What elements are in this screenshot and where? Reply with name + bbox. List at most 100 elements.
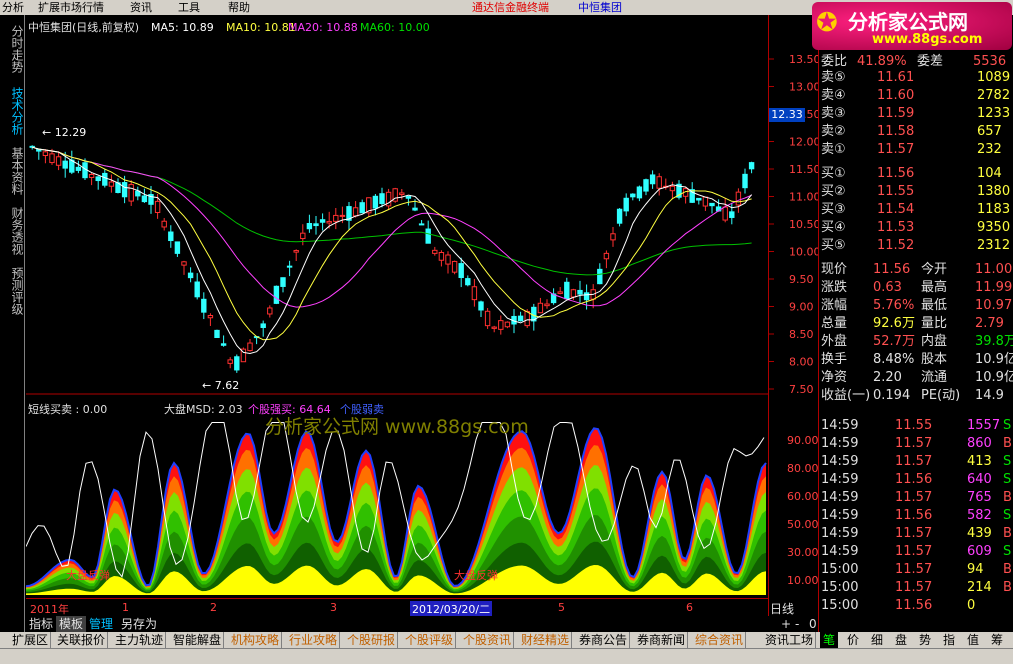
tab-save-as[interactable]: 另存为 <box>118 616 160 632</box>
rebound-annotation-1: 大盘反弹 <box>66 568 110 582</box>
bottom-tab[interactable]: 个股评级 <box>403 632 457 648</box>
tab-finance[interactable]: 财务透视 <box>9 207 24 255</box>
bottom-tab[interactable]: 券商公告 <box>577 632 631 648</box>
candle-body <box>735 191 742 206</box>
candle-body <box>630 193 636 198</box>
candle-body <box>306 222 313 230</box>
bottom-tab[interactable]: 扩展区 <box>10 632 52 648</box>
ma5-legend: MA5: 10.89 <box>151 21 214 34</box>
menu-item-tools[interactable]: 工具 <box>178 0 200 15</box>
msd-legend: 大盘MSD: 2.03 <box>164 402 243 416</box>
time-axis: 2011年 1 2 3 2012/03/20/二 5 6 <box>26 598 768 617</box>
candle-body <box>260 323 266 328</box>
chart-area[interactable]: 中恒集团(日线,前复权) MA5: 10.89 MA10: 10.81 MA20… <box>26 15 768 617</box>
menu-item-news[interactable]: 资讯 <box>130 0 152 15</box>
ma20-line <box>32 146 752 308</box>
bottom-tab[interactable]: 财经精选 <box>519 632 573 648</box>
candle-body <box>372 195 379 209</box>
candle-body <box>194 281 200 298</box>
bottom-tab[interactable]: 智能解盘 <box>171 632 225 648</box>
price-tick: 9.50 <box>789 273 814 286</box>
stat-row: 涨跌 0.63 最高 11.99 <box>821 280 1013 295</box>
candle-body <box>669 185 676 192</box>
star-icon: ✪ <box>816 8 838 38</box>
candle-body <box>643 179 649 192</box>
bottom-tab[interactable]: 个股资讯 <box>461 632 515 648</box>
candle-body <box>412 207 418 211</box>
candle-body <box>267 307 273 315</box>
bottom-tab[interactable]: 关联报价 <box>55 632 109 648</box>
candle-body <box>425 228 431 244</box>
period-label[interactable]: 日线 <box>770 600 794 617</box>
tick-row: 14:59 11.57 439 B <box>821 526 1012 541</box>
tick-row: 14:59 11.55 1557 S <box>821 418 1012 433</box>
stat-row: 外盘 52.7万 内盘 39.8万 <box>821 334 1013 349</box>
stat-row: 现价 11.56 今开 11.00 <box>821 262 1013 277</box>
tab-template[interactable]: 模板 <box>56 616 87 632</box>
site-logo: ✪ 分析家公式网 www.88gs.com <box>812 2 1012 50</box>
price-tick: 8.50 <box>789 328 814 341</box>
tab-manage[interactable]: 管理 <box>86 616 116 632</box>
panel-tab[interactable]: 盘 <box>892 632 910 648</box>
candle-body <box>201 298 207 313</box>
bottom-tab[interactable]: 个股研报 <box>345 632 399 648</box>
kline-title: 中恒集团(日线,前复权) <box>28 20 139 34</box>
ma20-legend: MA20: 10.88 <box>288 21 358 34</box>
candle-body <box>102 172 108 186</box>
candle-body <box>445 254 451 265</box>
panel-tab[interactable]: 值 <box>964 632 982 648</box>
candle-body <box>154 200 161 214</box>
time-label-selected: 2012/03/20/二 <box>410 601 493 617</box>
price-tick: 11.50 <box>789 163 819 176</box>
asks-row: 卖③ 11.59 1233 <box>821 106 1011 121</box>
candle-body <box>451 260 458 273</box>
menu-item-help[interactable]: 帮助 <box>228 0 250 15</box>
panel-tab[interactable]: 笔 <box>820 632 838 648</box>
candle-body <box>161 220 167 228</box>
kline-chart[interactable]: 中恒集团(日线,前复权) MA5: 10.89 MA10: 10.81 MA20… <box>26 15 768 395</box>
indicator-title: 短线买卖 : 0.00 <box>28 402 107 416</box>
time-label: 2011年 <box>30 603 69 616</box>
panel-tab[interactable]: 指 <box>940 632 958 648</box>
candle-body <box>577 289 583 295</box>
candle-body <box>379 193 385 204</box>
candle-body <box>359 202 365 214</box>
panel-tab[interactable]: 筹 <box>988 632 1006 648</box>
candle-body <box>656 176 662 189</box>
high-price-label: ← 12.29 <box>42 126 86 139</box>
candle-body <box>458 263 464 279</box>
app-window: 分析 扩展市场行情 资讯 工具 帮助 通达信金融终端 中恒集团 分时走势 技术分… <box>0 0 1013 664</box>
bottom-tab[interactable]: 主力轨迹 <box>113 632 167 648</box>
tab-indicator[interactable]: 指标 <box>26 616 56 632</box>
bottom-toolbar: 扩展区 关联报价 主力轨迹 智能解盘 机构攻略 行业攻略 个股研报 个股评级 个股资讯 财经精选券… <box>0 632 1013 664</box>
price-tick: 13.50 <box>789 53 819 66</box>
bids-row: 买③ 11.54 1183 <box>821 202 1011 217</box>
candle-body <box>75 166 82 171</box>
zoom-out-button[interactable]: - <box>792 616 802 632</box>
candle-body <box>729 211 735 218</box>
ma10-line <box>32 146 752 341</box>
menu-item-analysis[interactable]: 分析 <box>2 0 24 15</box>
bottom-tab[interactable]: 综合资讯 <box>693 632 747 648</box>
menu-item-extended-market[interactable]: 扩展市场行情 <box>38 0 104 15</box>
tab-intraday[interactable]: 分时走势 <box>9 25 24 73</box>
candle-body <box>42 151 49 157</box>
bottom-tab[interactable]: 机构攻略 <box>229 632 283 648</box>
price-tick: 9.00 <box>789 301 814 314</box>
tab-fundamentals[interactable]: 基本资料 <box>9 147 24 195</box>
panel-tab[interactable]: 势 <box>916 632 934 648</box>
tick-row: 14:59 11.57 765 B <box>821 490 1012 505</box>
candle-body <box>187 272 194 279</box>
tick-row: 14:59 11.56 640 S <box>821 472 1012 487</box>
tick-row: 14:59 11.56 582 S <box>821 508 1012 523</box>
price-tick: 12.00 <box>789 136 819 149</box>
tab-forecast[interactable]: 预测评级 <box>9 267 24 315</box>
candle-body <box>504 321 511 328</box>
candle-body <box>742 173 748 189</box>
tab-technical[interactable]: 技术分析 <box>9 87 24 135</box>
bottom-tab[interactable]: 行业攻略 <box>287 632 341 648</box>
panel-tab[interactable]: 细 <box>868 632 886 648</box>
bottom-tab[interactable]: 资讯工场 <box>763 632 817 648</box>
bottom-tab[interactable]: 券商新闻 <box>635 632 689 648</box>
panel-tab[interactable]: 价 <box>844 632 862 648</box>
